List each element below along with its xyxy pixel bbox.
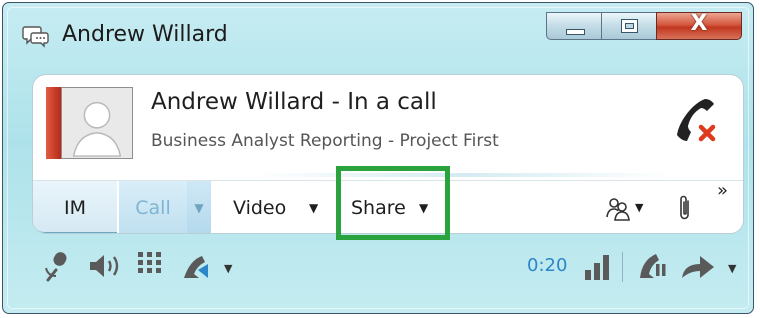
end-call-icon[interactable] <box>665 93 723 149</box>
contact-name-status: Andrew Willard - In a call <box>151 89 437 115</box>
tab-video[interactable]: Video <box>233 181 299 233</box>
avatar-icon[interactable] <box>61 87 133 159</box>
close-button[interactable]: X <box>656 11 742 40</box>
microphone-icon[interactable] <box>42 250 72 282</box>
presence-bar <box>46 87 61 159</box>
video-dropdown-caret[interactable]: ▼ <box>309 181 329 233</box>
call-timer: 0:20 <box>527 255 568 276</box>
call-dropdown-caret[interactable]: ▼ <box>187 181 211 233</box>
signal-bars-icon[interactable] <box>583 252 613 282</box>
close-icon: X <box>690 11 708 36</box>
call-device-icon[interactable] <box>180 252 216 282</box>
window-title: Andrew Willard <box>62 22 228 47</box>
maximize-icon <box>621 19 638 33</box>
device-dropdown-caret[interactable]: ▼ <box>224 262 232 275</box>
minimize-icon <box>566 29 585 35</box>
share-highlight-box <box>336 166 450 240</box>
dialpad-icon[interactable] <box>136 250 164 278</box>
more-options-overflow[interactable]: » <box>717 171 728 225</box>
people-icon[interactable] <box>605 195 631 221</box>
contact-subtitle: Business Analyst Reporting - Project Fir… <box>151 131 499 151</box>
paperclip-icon[interactable] <box>677 193 693 223</box>
minimize-button[interactable] <box>546 12 602 40</box>
hold-call-icon[interactable] <box>634 250 668 282</box>
chat-window-icon <box>22 26 49 48</box>
tab-im[interactable]: IM <box>33 181 117 233</box>
maximize-button[interactable] <box>601 12 657 40</box>
tab-call[interactable]: Call <box>119 181 187 233</box>
call-progress-strip <box>253 173 673 177</box>
transfer-dropdown-caret[interactable]: ▼ <box>728 262 736 275</box>
transfer-icon[interactable] <box>680 254 716 280</box>
toolbar-separator <box>622 252 623 282</box>
speaker-icon[interactable] <box>88 252 122 280</box>
people-dropdown-caret[interactable]: ▼ <box>635 181 643 233</box>
